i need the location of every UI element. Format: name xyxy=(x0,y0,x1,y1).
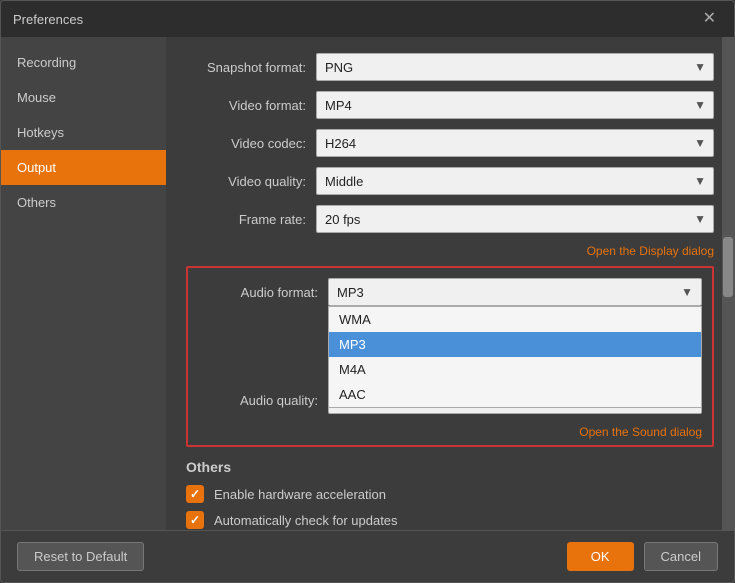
audio-format-select[interactable]: MP3 ▼ xyxy=(328,278,702,306)
snapshot-format-wrapper: PNG JPG BMP ▼ xyxy=(316,53,714,81)
close-button[interactable]: ✕ xyxy=(697,9,722,29)
snapshot-format-label: Snapshot format: xyxy=(186,60,316,75)
audio-format-row: Audio format: MP3 ▼ WMA MP3 M4A AAC xyxy=(198,278,702,306)
scrollbar-track[interactable] xyxy=(722,37,734,530)
video-codec-row: Video codec: H264 H265 ▼ xyxy=(186,129,714,157)
open-display-dialog-link[interactable]: Open the Display dialog xyxy=(587,244,714,258)
video-format-row: Video format: MP4 AVI MOV ▼ xyxy=(186,91,714,119)
preferences-dialog: Preferences ✕ Recording Mouse Hotkeys Ou… xyxy=(0,0,735,583)
video-format-wrapper: MP4 AVI MOV ▼ xyxy=(316,91,714,119)
chevron-down-icon: ▼ xyxy=(681,285,693,299)
video-codec-label: Video codec: xyxy=(186,136,316,151)
audio-format-label: Audio format: xyxy=(198,285,328,300)
bottom-bar: Reset to Default OK Cancel xyxy=(1,530,734,582)
dialog-title: Preferences xyxy=(13,12,83,27)
content-area: Snapshot format: PNG JPG BMP ▼ Video for… xyxy=(166,37,734,530)
video-codec-wrapper: H264 H265 ▼ xyxy=(316,129,714,157)
reset-to-default-button[interactable]: Reset to Default xyxy=(17,542,144,571)
checkbox-updates-label: Automatically check for updates xyxy=(214,513,398,528)
video-format-label: Video format: xyxy=(186,98,316,113)
frame-rate-wrapper: 20 fps 30 fps 60 fps ▼ xyxy=(316,205,714,233)
main-content: Recording Mouse Hotkeys Output Others Sn… xyxy=(1,37,734,530)
video-codec-select[interactable]: H264 H265 xyxy=(316,129,714,157)
checkbox-row-updates: ✓ Automatically check for updates xyxy=(186,511,714,529)
frame-rate-label: Frame rate: xyxy=(186,212,316,227)
dropdown-option-mp3[interactable]: MP3 xyxy=(329,332,701,357)
snapshot-format-row: Snapshot format: PNG JPG BMP ▼ xyxy=(186,53,714,81)
video-quality-wrapper: Middle High Low ▼ xyxy=(316,167,714,195)
ok-cancel-group: OK Cancel xyxy=(567,542,718,571)
dropdown-option-wma[interactable]: WMA xyxy=(329,307,701,332)
snapshot-format-select[interactable]: PNG JPG BMP xyxy=(316,53,714,81)
video-quality-select[interactable]: Middle High Low xyxy=(316,167,714,195)
checkbox-row-hardware: ✓ Enable hardware acceleration xyxy=(186,485,714,503)
audio-format-dropdown-container: MP3 ▼ WMA MP3 M4A AAC xyxy=(328,278,702,306)
video-quality-label: Video quality: xyxy=(186,174,316,189)
title-bar: Preferences ✕ xyxy=(1,1,734,37)
frame-rate-select[interactable]: 20 fps 30 fps 60 fps xyxy=(316,205,714,233)
open-sound-dialog-link[interactable]: Open the Sound dialog xyxy=(579,425,702,439)
checkbox-updates[interactable]: ✓ xyxy=(186,511,204,529)
cancel-button[interactable]: Cancel xyxy=(644,542,718,571)
others-title: Others xyxy=(186,459,714,475)
audio-quality-label: Audio quality: xyxy=(198,393,328,408)
frame-rate-row: Frame rate: 20 fps 30 fps 60 fps ▼ xyxy=(186,205,714,233)
sidebar-item-output[interactable]: Output xyxy=(1,150,166,185)
checkbox-hardware-label: Enable hardware acceleration xyxy=(214,487,386,502)
dropdown-option-m4a[interactable]: M4A xyxy=(329,357,701,382)
sidebar-item-hotkeys[interactable]: Hotkeys xyxy=(1,115,166,150)
checkbox-hardware[interactable]: ✓ xyxy=(186,485,204,503)
dropdown-option-aac[interactable]: AAC xyxy=(329,382,701,407)
scrollbar-thumb[interactable] xyxy=(723,237,733,297)
video-quality-row: Video quality: Middle High Low ▼ xyxy=(186,167,714,195)
sidebar-item-mouse[interactable]: Mouse xyxy=(1,80,166,115)
ok-button[interactable]: OK xyxy=(567,542,634,571)
sidebar-item-recording[interactable]: Recording xyxy=(1,45,166,80)
audio-section: Audio format: MP3 ▼ WMA MP3 M4A AAC xyxy=(186,266,714,447)
audio-format-dropdown: WMA MP3 M4A AAC xyxy=(328,306,702,408)
sidebar-item-others[interactable]: Others xyxy=(1,185,166,220)
sidebar: Recording Mouse Hotkeys Output Others xyxy=(1,37,166,530)
video-format-select[interactable]: MP4 AVI MOV xyxy=(316,91,714,119)
